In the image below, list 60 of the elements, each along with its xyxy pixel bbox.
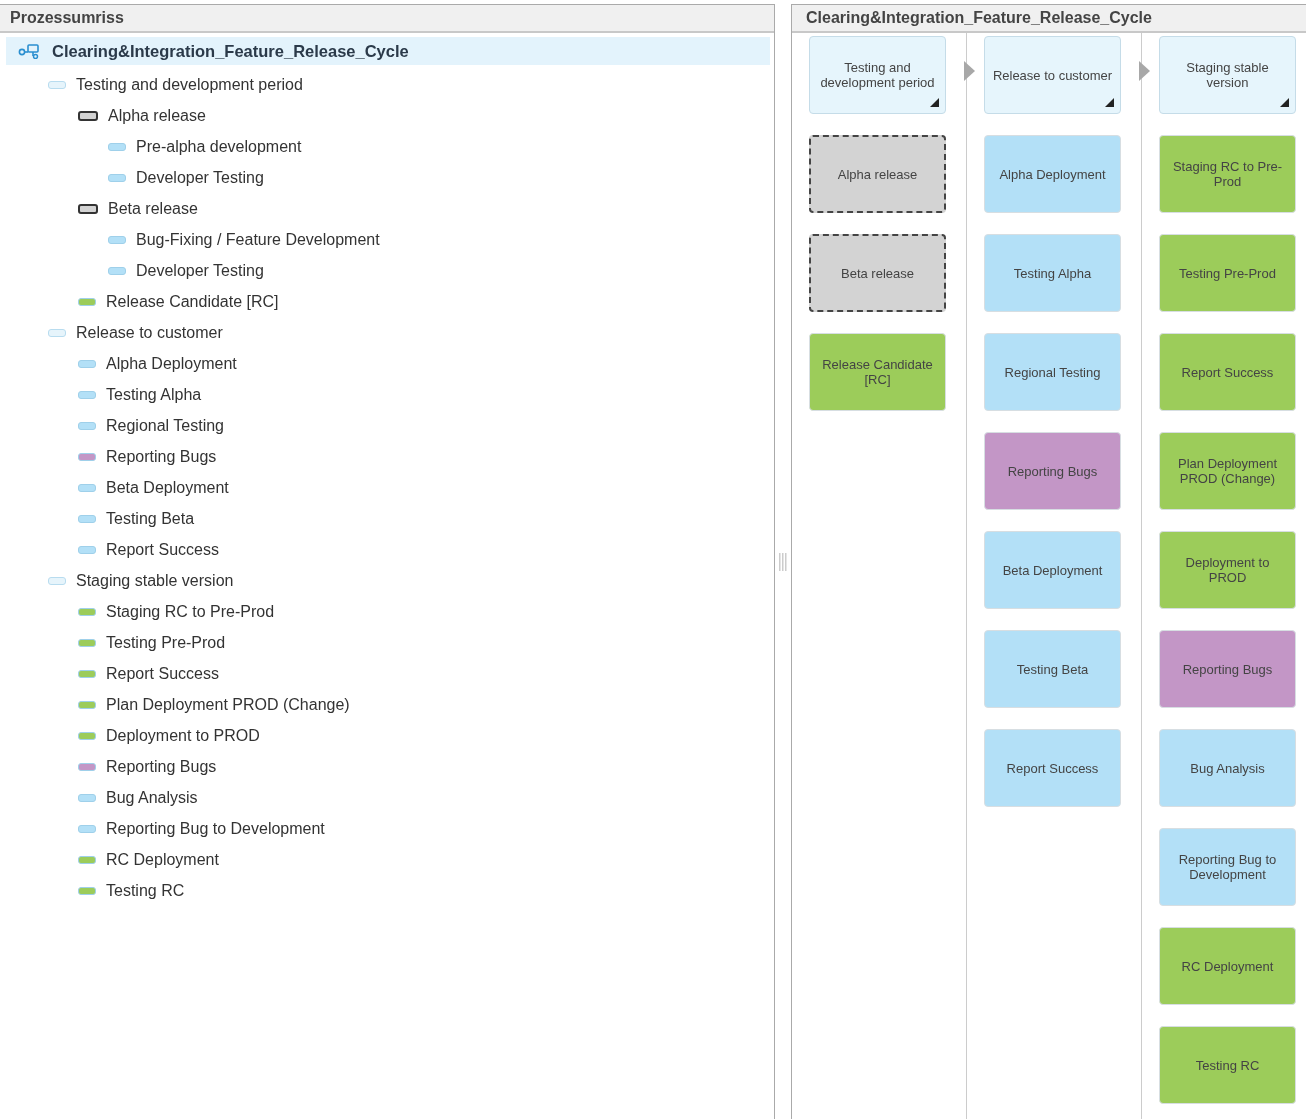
expand-corner-icon[interactable]	[930, 98, 939, 107]
tree-item[interactable]: Developer Testing	[6, 162, 770, 193]
task-card[interactable]: Report Success	[1159, 333, 1296, 411]
phase-card[interactable]: Release to customer	[984, 36, 1121, 114]
splitter-grip-icon[interactable]	[779, 552, 787, 571]
task-card[interactable]: RC Deployment	[1159, 927, 1296, 1005]
flow-arrow-icon	[1139, 61, 1150, 81]
tree-item[interactable]: Reporting Bugs	[6, 751, 770, 782]
process-icon	[18, 43, 40, 59]
panel-title: Prozessumriss	[10, 9, 124, 27]
tree-item[interactable]: Testing Alpha	[6, 379, 770, 410]
tree-item[interactable]: Release Candidate [RC]	[6, 286, 770, 317]
task-card[interactable]: Deployment to PROD	[1159, 531, 1296, 609]
phase-card[interactable]: Staging stable version	[1159, 36, 1296, 114]
task-card[interactable]: Testing Beta	[984, 630, 1121, 708]
tree-item[interactable]: Testing and development period	[6, 69, 770, 100]
task-card[interactable]: Testing RC	[1159, 1026, 1296, 1104]
tree-item[interactable]: Release to customer	[6, 317, 770, 348]
milestone-card[interactable]: Alpha release	[809, 135, 946, 213]
milestone-card[interactable]: Beta release	[809, 234, 946, 312]
task-card[interactable]: Release Candidate [RC]	[809, 333, 946, 411]
tree-item[interactable]: Developer Testing	[6, 255, 770, 286]
phase-card[interactable]: Testing and development period	[809, 36, 946, 114]
tree-item[interactable]: Alpha release	[6, 100, 770, 131]
task-card[interactable]: Reporting Bug to Development	[1159, 828, 1296, 906]
tree-item[interactable]: Testing Pre-Prod	[6, 627, 770, 658]
tree-item[interactable]: Reporting Bugs	[6, 441, 770, 472]
tree-item[interactable]: Report Success	[6, 658, 770, 689]
task-card[interactable]: Testing Alpha	[984, 234, 1121, 312]
tree-item[interactable]: Testing Beta	[6, 503, 770, 534]
tree-item[interactable]: Plan Deployment PROD (Change)	[6, 689, 770, 720]
tree-item[interactable]: Staging stable version	[6, 565, 770, 596]
tree-item[interactable]: RC Deployment	[6, 844, 770, 875]
task-card[interactable]: Plan Deployment PROD (Change)	[1159, 432, 1296, 510]
tree-item[interactable]: Staging RC to Pre-Prod	[6, 596, 770, 627]
task-card[interactable]: Reporting Bugs	[1159, 630, 1296, 708]
tree-item[interactable]: Beta Deployment	[6, 472, 770, 503]
tree-item[interactable]: Bug-Fixing / Feature Development	[6, 224, 770, 255]
task-card[interactable]: Reporting Bugs	[984, 432, 1121, 510]
task-card[interactable]: Beta Deployment	[984, 531, 1121, 609]
task-card[interactable]: Testing Pre-Prod	[1159, 234, 1296, 312]
diagram-title: Clearing&Integration_Feature_Release_Cycle	[806, 9, 1152, 27]
tree-item[interactable]: Deployment to PROD	[6, 720, 770, 751]
tree-item[interactable]: Alpha Deployment	[6, 348, 770, 379]
task-card[interactable]: Report Success	[984, 729, 1121, 807]
task-card[interactable]: Alpha Deployment	[984, 135, 1121, 213]
task-card[interactable]: Regional Testing	[984, 333, 1121, 411]
tree-item[interactable]: Bug Analysis	[6, 782, 770, 813]
tree-item[interactable]: Regional Testing	[6, 410, 770, 441]
tree-item[interactable]: Pre-alpha development	[6, 131, 770, 162]
tree-item[interactable]: Report Success	[6, 534, 770, 565]
tree-item[interactable]: Beta release	[6, 193, 770, 224]
tree-item[interactable]: Reporting Bug to Development	[6, 813, 770, 844]
task-card[interactable]: Bug Analysis	[1159, 729, 1296, 807]
tree-item[interactable]: Clearing&Integration_Feature_Release_Cycle	[6, 37, 770, 65]
task-card[interactable]: Staging RC to Pre-Prod	[1159, 135, 1296, 213]
expand-corner-icon[interactable]	[1280, 98, 1289, 107]
flow-arrow-icon	[964, 61, 975, 81]
tree-item[interactable]: Testing RC	[6, 875, 770, 906]
expand-corner-icon[interactable]	[1105, 98, 1114, 107]
